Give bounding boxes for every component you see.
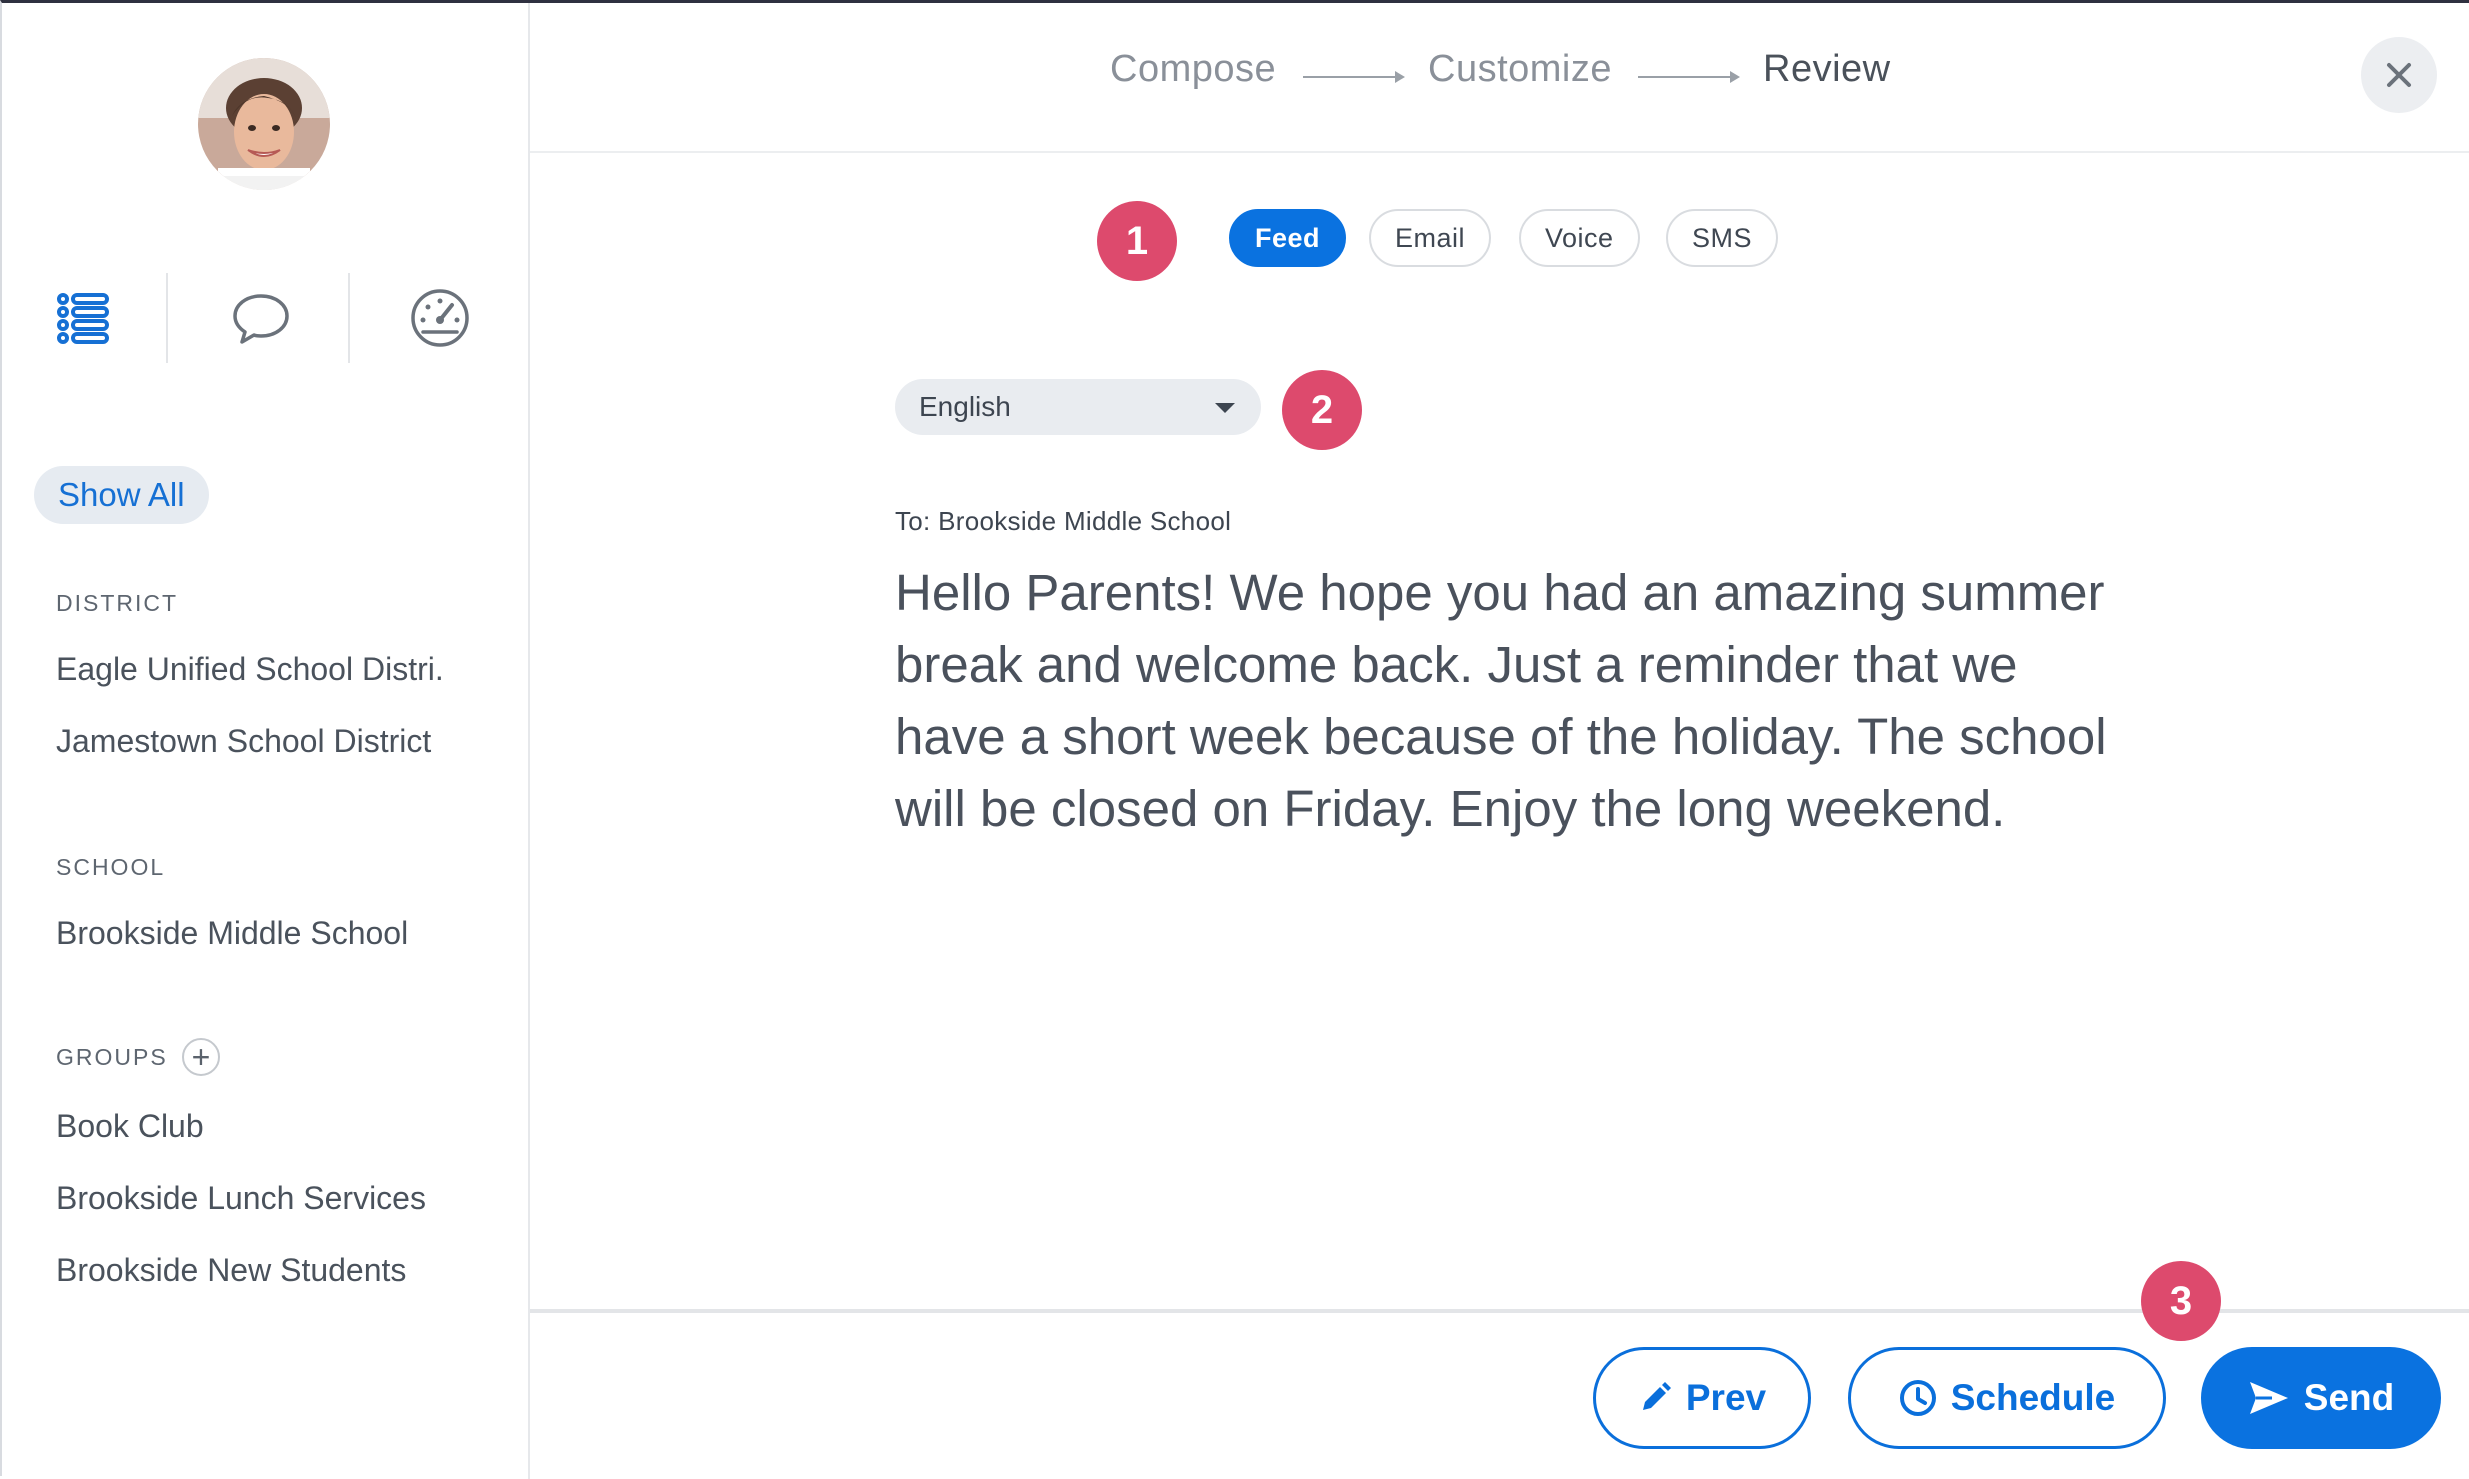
groups-heading: GROUPS bbox=[56, 1044, 168, 1070]
step-compose[interactable]: Compose bbox=[1110, 48, 1276, 91]
channel-tab-email[interactable]: Email bbox=[1369, 209, 1492, 267]
send-button[interactable]: Send bbox=[2201, 1347, 2441, 1449]
step-badge-3: 3 bbox=[2141, 1261, 2221, 1341]
sidebar: Show All DISTRICT Eagle Unified School D… bbox=[2, 3, 530, 1479]
sidebar-item-group[interactable]: Brookside New Students bbox=[56, 1252, 406, 1289]
stepper-bar: Compose Customize Review bbox=[530, 6, 2469, 153]
step-badge-2: 2 bbox=[1282, 370, 1362, 450]
caret-down-icon bbox=[1215, 403, 1235, 413]
send-label: Send bbox=[2303, 1377, 2395, 1418]
sidebar-item-group[interactable]: Book Club bbox=[56, 1108, 204, 1145]
channel-tab-voice[interactable]: Voice bbox=[1519, 209, 1640, 267]
sidebar-nav bbox=[2, 271, 528, 365]
prev-label: Prev bbox=[1685, 1377, 1767, 1418]
app-window: Show All DISTRICT Eagle Unified School D… bbox=[0, 0, 2469, 1479]
channel-tab-feed[interactable]: Feed bbox=[1229, 209, 1347, 267]
schedule-button[interactable]: Schedule bbox=[1848, 1347, 2166, 1449]
sidebar-item-district[interactable]: Jamestown School District bbox=[56, 723, 431, 760]
paper-plane-icon bbox=[2248, 1380, 2290, 1416]
sidebar-item-district[interactable]: Eagle Unified School Distri. bbox=[56, 651, 444, 688]
avatar[interactable] bbox=[198, 58, 330, 190]
schedule-label: Schedule bbox=[1950, 1377, 2116, 1418]
pencil-icon bbox=[1638, 1381, 1672, 1415]
step-review[interactable]: Review bbox=[1763, 48, 1891, 91]
channel-tab-sms[interactable]: SMS bbox=[1666, 209, 1779, 267]
step-badge-1: 1 bbox=[1097, 201, 1177, 281]
step-arrow-icon bbox=[1638, 71, 1740, 83]
sidebar-item-group[interactable]: Brookside Lunch Services bbox=[56, 1180, 426, 1217]
recipient-line: To: Brookside Middle School bbox=[895, 506, 1232, 536]
district-heading: DISTRICT bbox=[56, 590, 179, 616]
sidebar-item-school[interactable]: Brookside Middle School bbox=[56, 915, 408, 952]
close-icon bbox=[2387, 63, 2411, 87]
step-arrow-icon bbox=[1303, 71, 1405, 83]
prev-button[interactable]: Prev bbox=[1593, 1347, 1811, 1449]
add-group-button[interactable]: + bbox=[182, 1038, 220, 1076]
step-customize[interactable]: Customize bbox=[1428, 48, 1612, 91]
clock-icon bbox=[1899, 1379, 1937, 1417]
chat-bubble-icon[interactable] bbox=[206, 271, 316, 365]
message-body: Hello Parents! We hope you had an amazin… bbox=[895, 564, 2107, 837]
school-heading: SCHOOL bbox=[56, 854, 166, 880]
nav-divider bbox=[166, 273, 168, 363]
list-icon[interactable] bbox=[28, 271, 138, 365]
show-all-button[interactable]: Show All bbox=[34, 466, 209, 524]
language-value: English bbox=[919, 391, 1011, 422]
language-select[interactable]: English bbox=[895, 379, 1261, 435]
close-button[interactable] bbox=[2361, 37, 2437, 113]
dashboard-gauge-icon[interactable] bbox=[385, 271, 495, 365]
nav-divider bbox=[348, 273, 350, 363]
